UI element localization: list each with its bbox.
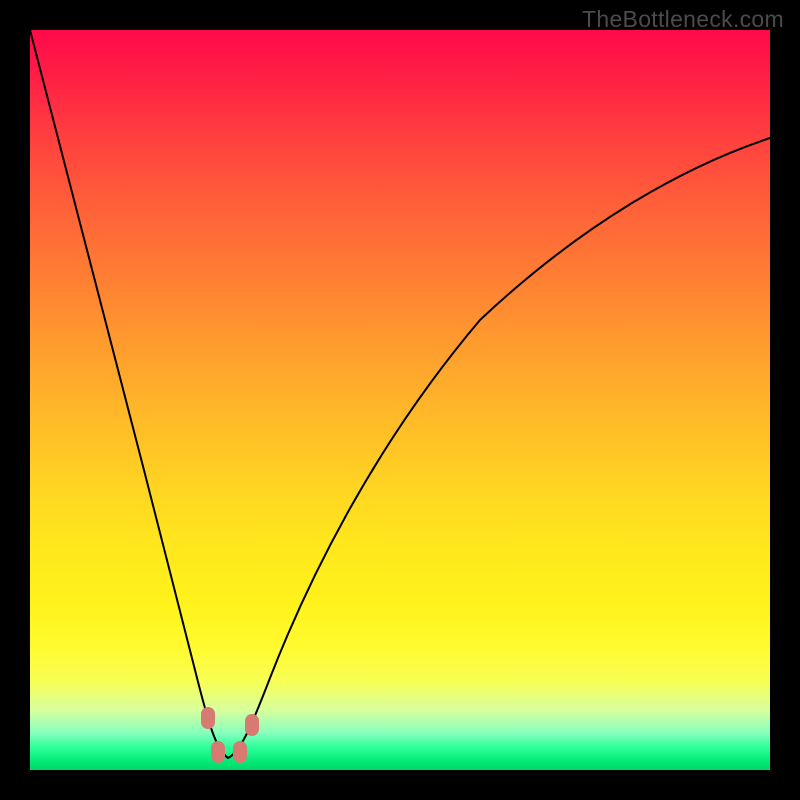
bottleneck-curve xyxy=(30,30,770,758)
curve-marker xyxy=(233,741,247,763)
curve-marker xyxy=(211,741,225,763)
watermark-text: TheBottleneck.com xyxy=(582,6,784,33)
curve-marker xyxy=(201,707,215,729)
plot-area xyxy=(30,30,770,770)
curve-marker xyxy=(245,714,259,736)
bottleneck-chart xyxy=(30,30,770,770)
